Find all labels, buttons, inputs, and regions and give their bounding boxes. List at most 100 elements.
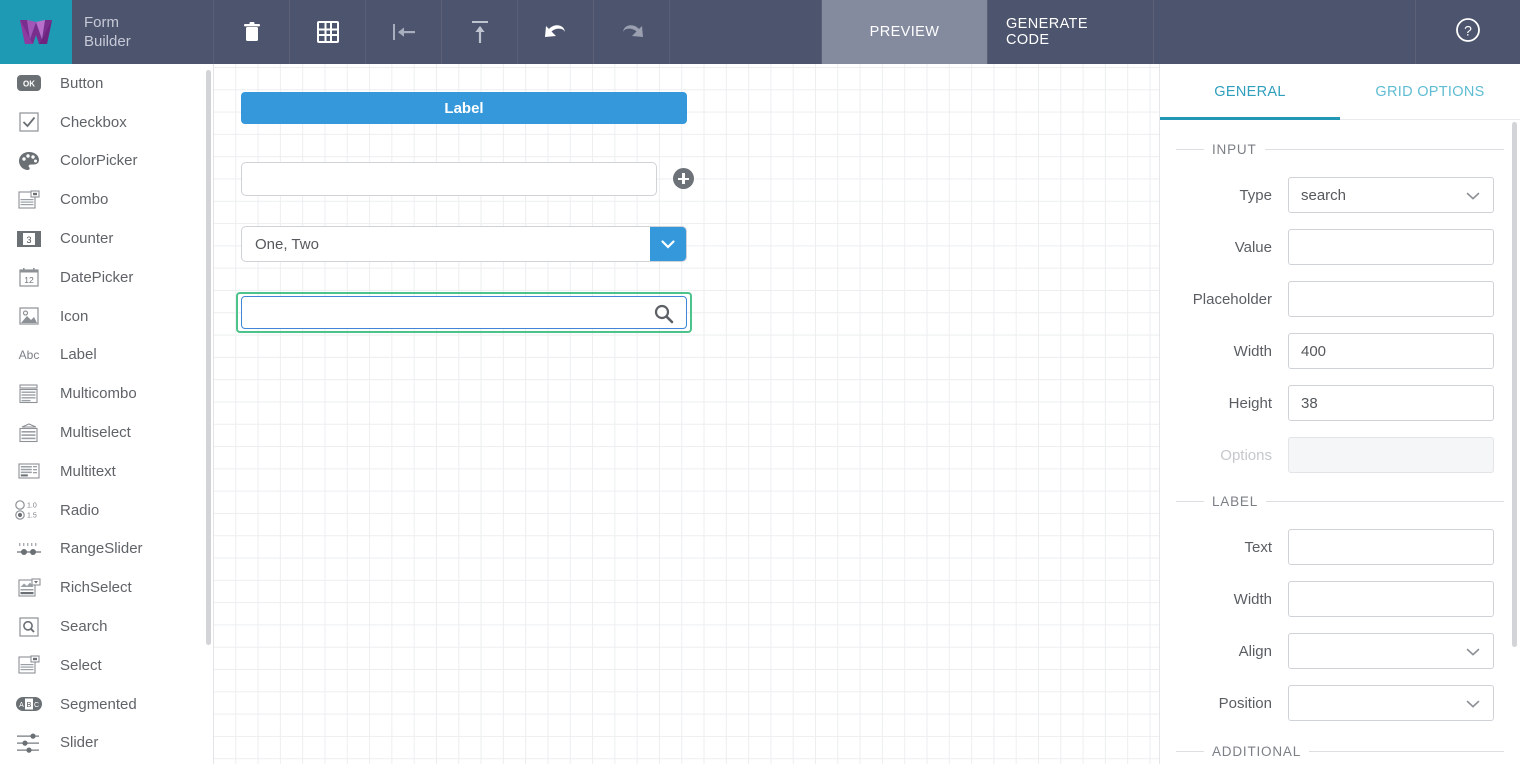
field-label: Width <box>1233 590 1272 608</box>
search-icon[interactable] <box>652 302 676 331</box>
tab-generate-code[interactable]: GENERATE CODE <box>988 0 1154 64</box>
form-canvas[interactable]: Label One, Two <box>214 64 1159 764</box>
redo-button[interactable] <box>594 0 670 64</box>
sidebar-item-label: ColorPicker <box>60 152 138 170</box>
sidebar-item-label: Label <box>60 346 97 364</box>
redo-icon <box>619 21 645 43</box>
width-field[interactable]: 400 <box>1288 333 1494 369</box>
sidebar-item-search[interactable]: Search <box>0 607 213 646</box>
properties-panel: GENERAL GRID OPTIONS INPUT Type search V… <box>1159 64 1520 764</box>
field-label: Placeholder <box>1192 290 1272 308</box>
svg-text:C: C <box>34 702 39 709</box>
tab-preview[interactable]: PREVIEW <box>822 0 988 64</box>
canvas-widget-combo[interactable]: One, Two <box>241 226 687 262</box>
checkbox-icon <box>14 112 44 132</box>
canvas-widget-search-selected[interactable] <box>236 292 692 333</box>
select-icon <box>14 655 44 675</box>
height-field[interactable]: 38 <box>1288 385 1494 421</box>
field-label: Position <box>1218 694 1272 712</box>
sidebar-item-segmented[interactable]: ABC Segmented <box>0 685 213 724</box>
plus-circle-icon[interactable] <box>673 168 694 189</box>
sidebar-item-multicombo[interactable]: Multicombo <box>0 374 213 413</box>
label-width-field[interactable] <box>1288 581 1494 617</box>
slider-icon <box>14 732 44 754</box>
sidebar-item-multitext[interactable]: Multitext <box>0 452 213 491</box>
height-field-value: 38 <box>1301 394 1318 412</box>
sidebar-item-slider[interactable]: Slider <box>0 724 213 763</box>
multitext-input[interactable] <box>241 162 657 196</box>
tab-grid-options[interactable]: GRID OPTIONS <box>1340 64 1520 119</box>
app-title-line2: Builder <box>84 33 131 50</box>
app-title-line1: Form <box>84 14 119 31</box>
field-row-options: Options <box>1160 429 1520 481</box>
svg-text:B: B <box>27 702 32 709</box>
trash-icon <box>242 21 262 43</box>
multicombo-icon <box>14 384 44 404</box>
tab-general-label: GENERAL <box>1214 83 1286 100</box>
field-row-label-position: Position <box>1160 677 1520 729</box>
align-top-button[interactable] <box>442 0 518 64</box>
sidebar-item-select[interactable]: Select <box>0 646 213 685</box>
section-rule-left <box>1176 750 1204 752</box>
search-box-icon <box>14 616 44 637</box>
sidebar-item-counter[interactable]: 3 Counter <box>0 219 213 258</box>
header-filler <box>1154 0 1416 64</box>
tab-general[interactable]: GENERAL <box>1160 64 1340 120</box>
section-rule-left <box>1176 148 1204 150</box>
properties-scrollbar[interactable] <box>1512 122 1517 647</box>
grid-button[interactable] <box>290 0 366 64</box>
combo-icon <box>14 190 44 210</box>
label-position-select[interactable] <box>1288 685 1494 721</box>
search-input[interactable] <box>241 296 687 329</box>
calendar-icon: 12 <box>14 267 44 287</box>
field-label: Options <box>1220 446 1272 464</box>
webix-logo-icon[interactable] <box>0 0 72 64</box>
help-button[interactable]: ? <box>1416 0 1520 64</box>
multitext-icon <box>14 461 44 481</box>
sidebar-scrollbar[interactable] <box>206 70 211 645</box>
canvas-widget-label-button[interactable]: Label <box>241 92 687 124</box>
sidebar-item-icon[interactable]: Icon <box>0 297 213 336</box>
undo-button[interactable] <box>518 0 594 64</box>
form-builder-app: Form Builder PREVIEW GENERATE CODE ? OK … <box>0 0 1520 764</box>
grid-icon <box>316 21 339 43</box>
sidebar-item-multiselect[interactable]: Multiselect <box>0 413 213 452</box>
app-body: OK Button Checkbox ColorPicker Combo 3 C… <box>0 64 1520 764</box>
sidebar-item-rangeslider[interactable]: RangeSlider <box>0 530 213 569</box>
sidebar-item-label: Segmented <box>60 695 137 713</box>
sidebar-item-combo[interactable]: Combo <box>0 180 213 219</box>
svg-text:12: 12 <box>24 275 34 285</box>
palette-icon <box>14 151 44 171</box>
align-left-button[interactable] <box>366 0 442 64</box>
arrow-to-left-icon <box>391 21 417 43</box>
sidebar-item-label: RichSelect <box>60 579 132 597</box>
sidebar-item-colorpicker[interactable]: ColorPicker <box>0 142 213 181</box>
section-header-label: LABEL <box>1176 489 1504 513</box>
sidebar-item-checkbox[interactable]: Checkbox <box>0 103 213 142</box>
label-align-select[interactable] <box>1288 633 1494 669</box>
sidebar-item-label: Checkbox <box>60 113 127 131</box>
sidebar-item-label[interactable]: Abc Label <box>0 336 213 375</box>
svg-text:1.0: 1.0 <box>27 503 37 510</box>
value-field[interactable] <box>1288 229 1494 265</box>
canvas-widget-multitext[interactable] <box>241 160 713 198</box>
field-row-type: Type search <box>1160 169 1520 221</box>
question-circle-icon: ? <box>1454 16 1482 49</box>
sidebar-item-richselect[interactable]: RichSelect <box>0 568 213 607</box>
sidebar-item-radio[interactable]: 1.0 1.5 Radio <box>0 491 213 530</box>
label-text-field[interactable] <box>1288 529 1494 565</box>
sidebar-item-label: Multicombo <box>60 385 137 403</box>
type-select[interactable]: search <box>1288 177 1494 213</box>
field-label: Width <box>1233 342 1272 360</box>
field-row-width: Width 400 <box>1160 325 1520 377</box>
chevron-down-icon <box>1465 697 1481 714</box>
sidebar-item-button[interactable]: OK Button <box>0 64 213 103</box>
sidebar-item-datepicker[interactable]: 12 DatePicker <box>0 258 213 297</box>
chevron-down-icon[interactable] <box>650 227 686 261</box>
placeholder-field[interactable] <box>1288 281 1494 317</box>
radio-icon: 1.0 1.5 <box>14 499 44 521</box>
delete-button[interactable] <box>214 0 290 64</box>
sidebar-item-label: DatePicker <box>60 268 134 286</box>
section-rule-left <box>1176 500 1204 502</box>
options-field <box>1288 437 1494 473</box>
